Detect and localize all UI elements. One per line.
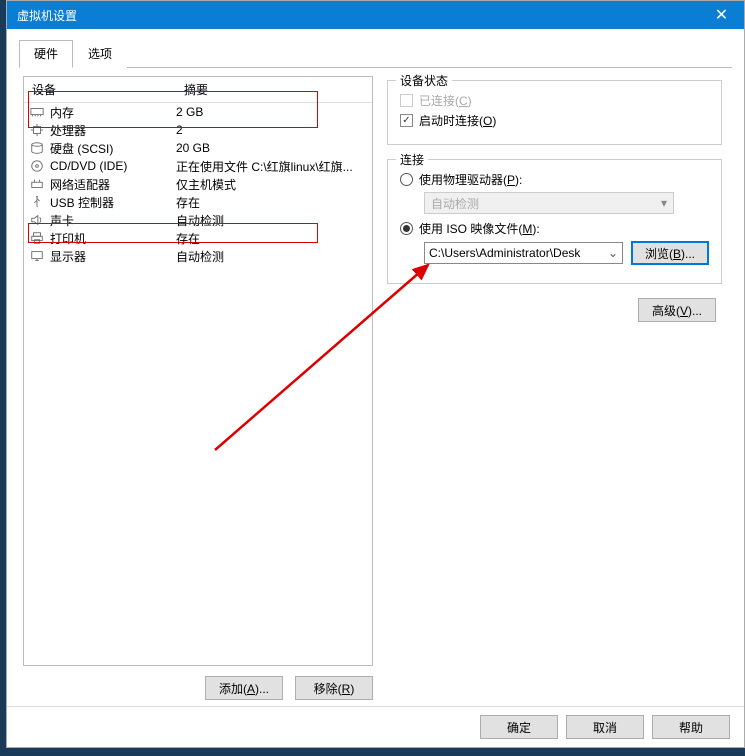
device-summary: 存在 xyxy=(176,230,372,247)
close-button[interactable]: ✕ xyxy=(699,1,744,29)
cpu-icon xyxy=(24,123,50,137)
tab-options[interactable]: 选项 xyxy=(73,40,127,68)
col-device-header[interactable]: 设备 xyxy=(24,77,176,102)
device-row-net[interactable]: 网络适配器仅主机模式 xyxy=(24,175,372,193)
connected-checkbox xyxy=(400,94,413,107)
browse-button[interactable]: 浏览(B)... xyxy=(631,241,709,265)
connection-group: 连接 使用物理驱动器(P): 自动检测 使用 ISO 映像文件(M): xyxy=(387,159,722,284)
connection-title: 连接 xyxy=(396,151,428,168)
window-title: 虚拟机设置 xyxy=(17,7,699,24)
tab-hardware[interactable]: 硬件 xyxy=(19,40,73,68)
device-summary: 仅主机模式 xyxy=(176,176,372,193)
memory-icon xyxy=(24,105,50,119)
device-summary: 正在使用文件 C:\红旗linux\红旗... xyxy=(176,158,372,175)
device-summary: 自动检测 xyxy=(176,212,372,229)
device-name: 显示器 xyxy=(50,248,176,265)
device-row-display[interactable]: 显示器自动检测 xyxy=(24,247,372,265)
device-row-cd[interactable]: CD/DVD (IDE)正在使用文件 C:\红旗linux\红旗... xyxy=(24,157,372,175)
device-row-sound[interactable]: 声卡自动检测 xyxy=(24,211,372,229)
device-list: 设备 摘要 内存2 GB处理器2硬盘 (SCSI)20 GBCD/DVD (ID… xyxy=(23,76,373,666)
device-row-memory[interactable]: 内存2 GB xyxy=(24,103,372,121)
advanced-button[interactable]: 高级(V)... xyxy=(638,298,716,322)
device-name: USB 控制器 xyxy=(50,194,176,211)
add-button[interactable]: 添加(A)... xyxy=(205,676,283,700)
title-bar: 虚拟机设置 ✕ xyxy=(7,1,744,29)
device-summary: 20 GB xyxy=(176,141,372,155)
device-summary: 2 GB xyxy=(176,105,372,119)
col-summary-header[interactable]: 摘要 xyxy=(176,77,372,102)
device-summary: 存在 xyxy=(176,194,372,211)
remove-button[interactable]: 移除(R) xyxy=(295,676,373,700)
device-status-title: 设备状态 xyxy=(396,72,452,89)
device-name: 网络适配器 xyxy=(50,176,176,193)
cd-icon xyxy=(24,159,50,173)
device-summary: 2 xyxy=(176,123,372,137)
connect-at-poweron-checkbox[interactable]: ✓ xyxy=(400,114,413,127)
vm-settings-window: 虚拟机设置 ✕ 硬件 选项 设备 摘要 内存2 GB处理器2硬盘 (SCSI)2… xyxy=(6,0,745,748)
cancel-button[interactable]: 取消 xyxy=(566,715,644,739)
help-button[interactable]: 帮助 xyxy=(652,715,730,739)
device-name: 处理器 xyxy=(50,122,176,139)
print-icon xyxy=(24,231,50,245)
device-name: 内存 xyxy=(50,104,176,121)
display-icon xyxy=(24,249,50,263)
device-name: 硬盘 (SCSI) xyxy=(50,140,176,157)
dialog-footer: 确定 取消 帮助 xyxy=(7,706,744,747)
device-name: 声卡 xyxy=(50,212,176,229)
device-row-print[interactable]: 打印机存在 xyxy=(24,229,372,247)
device-row-cpu[interactable]: 处理器2 xyxy=(24,121,372,139)
physical-drive-select: 自动检测 xyxy=(424,192,674,214)
device-status-group: 设备状态 已连接(C) ✓ 启动时连接(O) xyxy=(387,80,722,145)
device-row-disk[interactable]: 硬盘 (SCSI)20 GB xyxy=(24,139,372,157)
disk-icon xyxy=(24,141,50,155)
connect-at-poweron-label: 启动时连接(O) xyxy=(419,112,496,129)
device-name: CD/DVD (IDE) xyxy=(50,159,176,173)
use-physical-radio[interactable] xyxy=(400,173,413,186)
use-physical-label: 使用物理驱动器(P): xyxy=(419,171,522,188)
sound-icon xyxy=(24,213,50,227)
tab-strip: 硬件 选项 xyxy=(19,39,732,68)
use-iso-label: 使用 ISO 映像文件(M): xyxy=(419,220,540,237)
usb-icon xyxy=(24,195,50,209)
device-row-usb[interactable]: USB 控制器存在 xyxy=(24,193,372,211)
device-name: 打印机 xyxy=(50,230,176,247)
connected-label: 已连接(C) xyxy=(419,92,472,109)
net-icon xyxy=(24,177,50,191)
device-summary: 自动检测 xyxy=(176,248,372,265)
use-iso-radio[interactable] xyxy=(400,222,413,235)
ok-button[interactable]: 确定 xyxy=(480,715,558,739)
iso-path-input[interactable]: C:\Users\Administrator\Desk xyxy=(424,242,623,264)
